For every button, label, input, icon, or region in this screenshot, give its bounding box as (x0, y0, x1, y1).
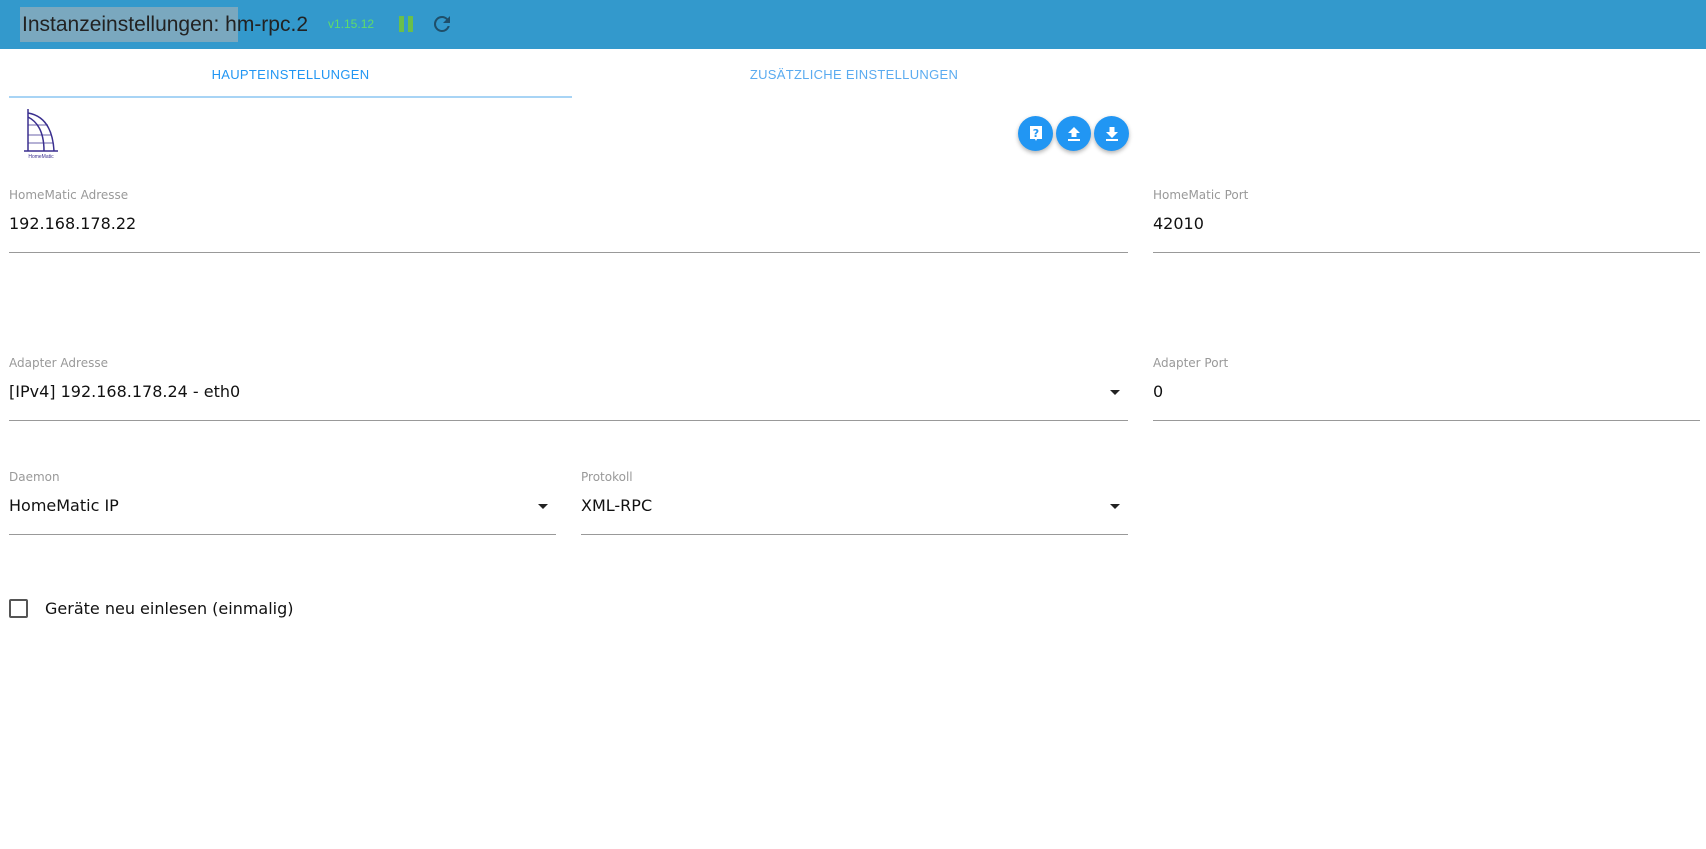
logo-text: HomeMatic (28, 154, 54, 160)
reload-icon[interactable] (430, 12, 454, 36)
reload-devices-label[interactable]: Geräte neu einlesen (einmalig) (45, 599, 294, 618)
help-icon: ? (1029, 125, 1042, 141)
download-icon (1105, 126, 1118, 141)
upload-icon (1067, 126, 1080, 141)
protocol-value: XML-RPC (581, 496, 653, 515)
homematic-address-input[interactable]: 192.168.178.22 (9, 214, 136, 233)
pause-icon[interactable] (399, 16, 414, 32)
upload-button[interactable] (1056, 116, 1091, 151)
dropdown-arrow-icon[interactable] (538, 504, 548, 509)
dropdown-arrow-icon[interactable] (1110, 390, 1120, 395)
reload-devices-checkbox[interactable] (9, 599, 28, 618)
page-title: Instanzeinstellungen: hm-rpc.2 (20, 7, 310, 42)
help-button[interactable]: ? (1018, 116, 1053, 151)
daemon-value: HomeMatic IP (9, 496, 119, 515)
download-button[interactable] (1094, 116, 1129, 151)
tab-additional-settings[interactable]: ZUSÄTZLICHE EINSTELLUNGEN (572, 52, 1136, 98)
adapter-address-select[interactable]: Adapter Adresse [IPv4] 192.168.178.24 - … (9, 356, 1128, 421)
field-label: Daemon (9, 470, 60, 484)
field-label: Adapter Adresse (9, 356, 108, 370)
homematic-logo: HomeMatic (22, 107, 62, 161)
version-label: v1.15.12 (328, 17, 375, 31)
adapter-port-field[interactable]: Adapter Port 0 (1153, 356, 1700, 421)
field-label: HomeMatic Adresse (9, 188, 129, 202)
homematic-port-field[interactable]: HomeMatic Port 42010 (1153, 188, 1700, 253)
homematic-port-input[interactable]: 42010 (1153, 214, 1204, 233)
tab-main-settings[interactable]: HAUPTEINSTELLUNGEN (9, 52, 572, 98)
adapter-port-input[interactable]: 0 (1153, 382, 1163, 401)
adapter-address-value: [IPv4] 192.168.178.24 - eth0 (9, 382, 241, 401)
dropdown-arrow-icon[interactable] (1110, 504, 1120, 509)
field-label: HomeMatic Port (1153, 188, 1249, 202)
protocol-select[interactable]: Protokoll XML-RPC (581, 470, 1128, 535)
svg-text:?: ? (1032, 127, 1038, 140)
app-header: Instanzeinstellungen: hm-rpc.2 v1.15.12 (0, 0, 1706, 49)
homematic-address-field[interactable]: HomeMatic Adresse 192.168.178.22 (9, 188, 1128, 253)
field-label: Adapter Port (1153, 356, 1229, 370)
field-label: Protokoll (581, 470, 633, 484)
daemon-select[interactable]: Daemon HomeMatic IP (9, 470, 556, 535)
